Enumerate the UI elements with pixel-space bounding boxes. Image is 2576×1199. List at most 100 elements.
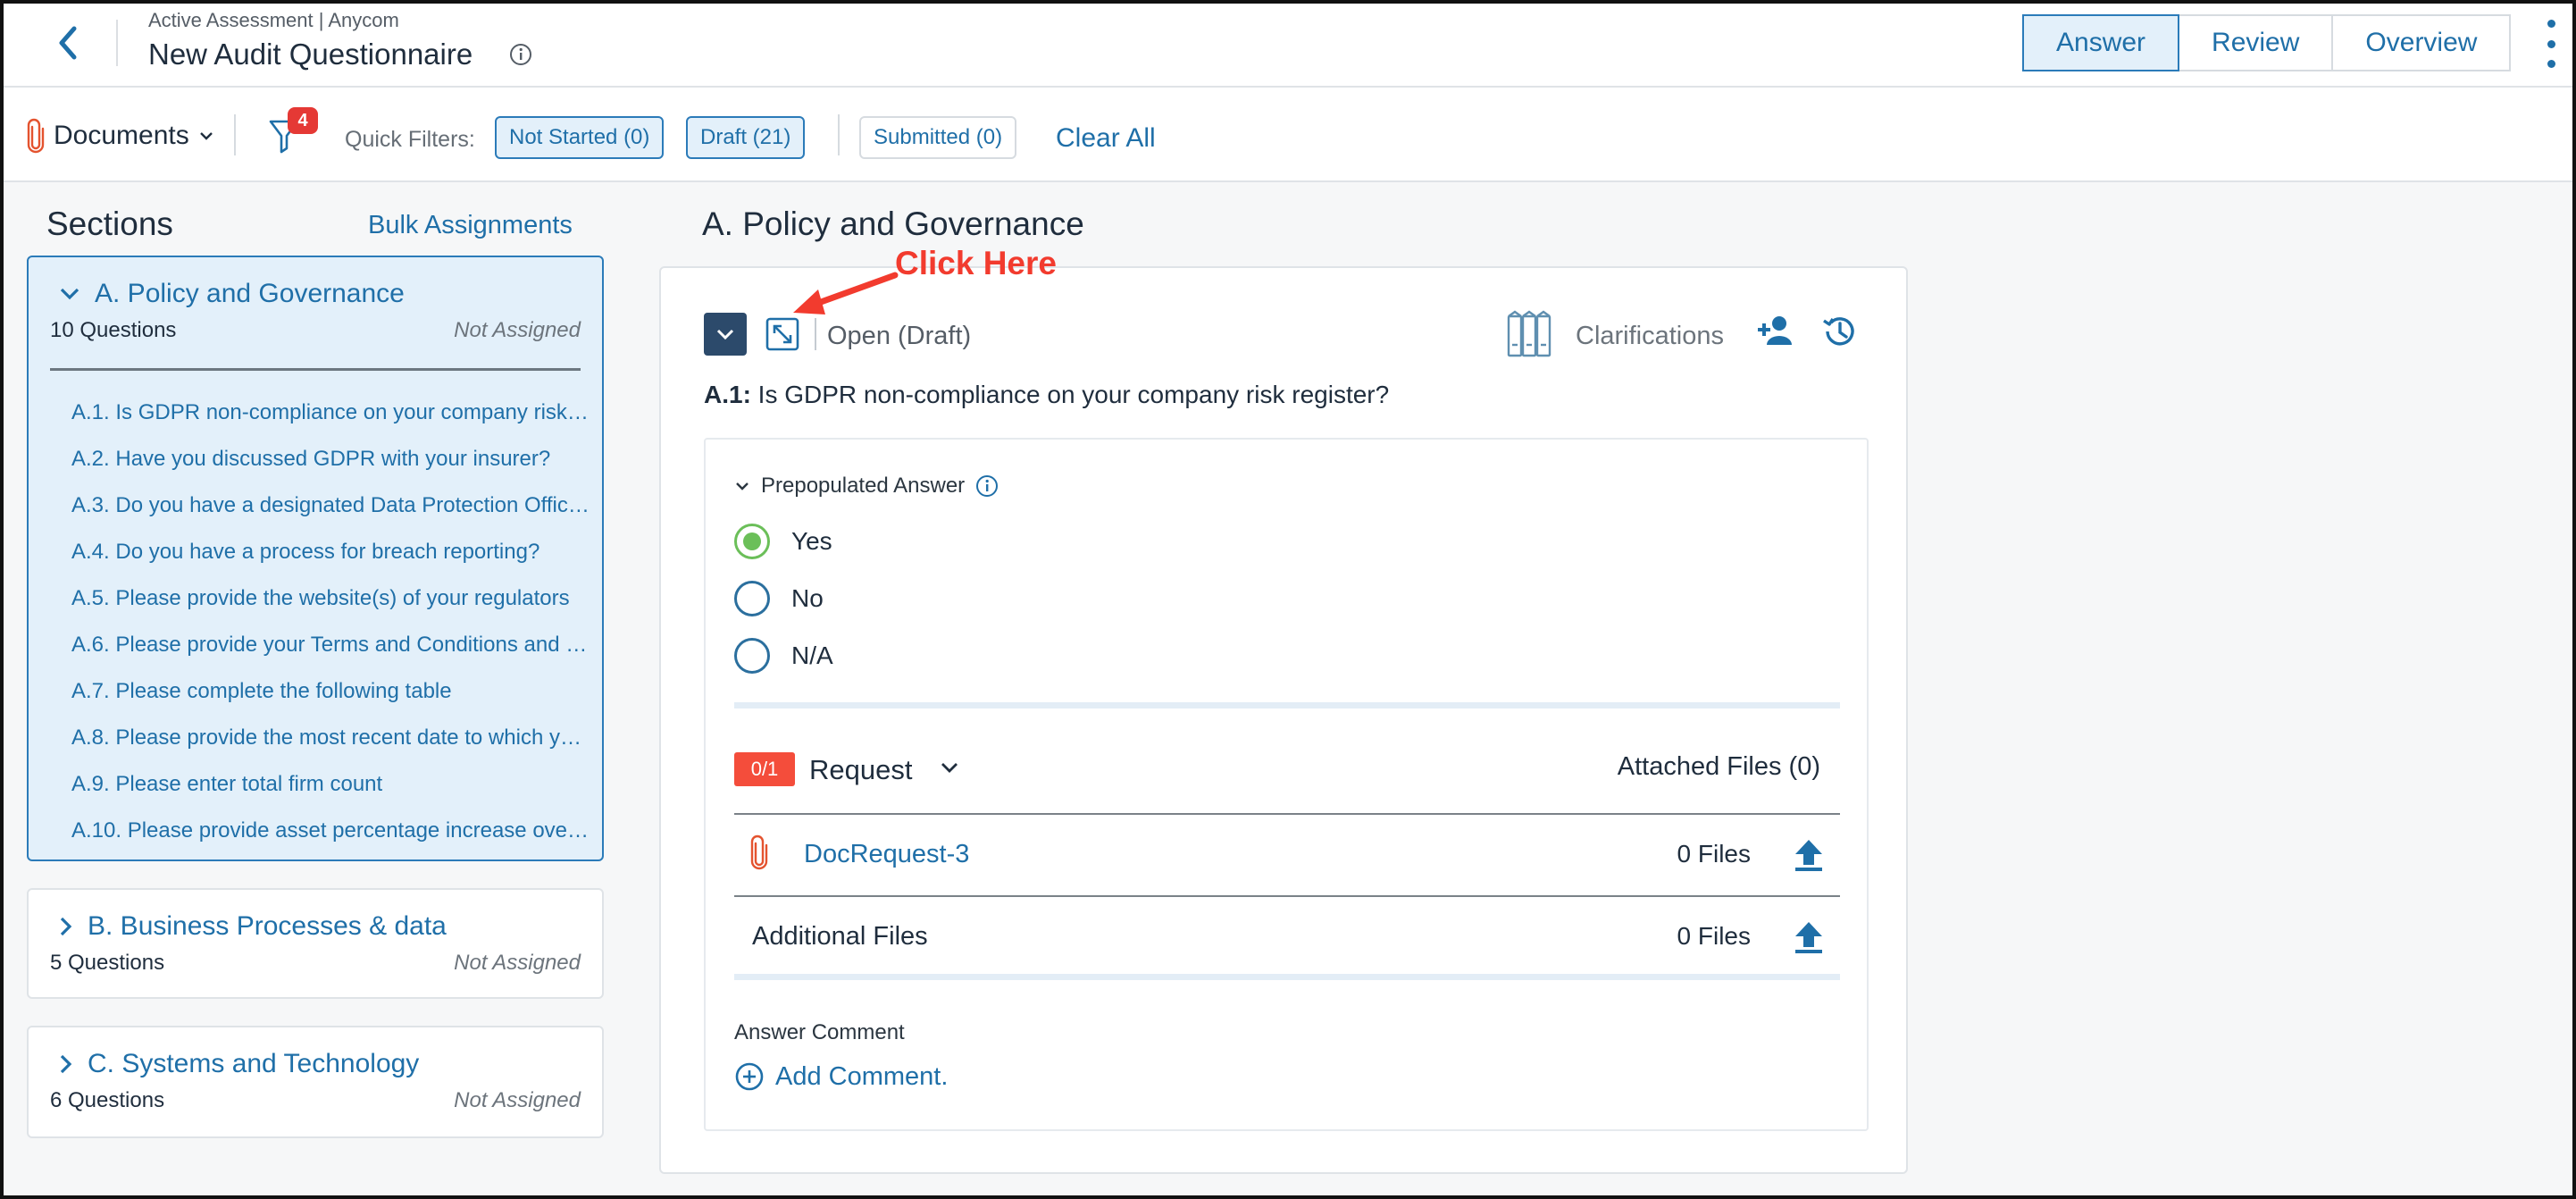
collapse-button[interactable]: [704, 313, 747, 356]
section-heading: A. Policy and Governance: [702, 205, 1084, 242]
question-text: A.1: Is GDPR non-compliance on your comp…: [704, 381, 1389, 409]
filter-divider: [234, 114, 236, 155]
bulk-assignments-link[interactable]: Bulk Assignments: [368, 211, 573, 240]
filter-divider: [838, 114, 840, 155]
separator-bar: [734, 974, 1840, 980]
question-link-a7[interactable]: A.7. Please complete the following table: [71, 668, 590, 715]
tab-overview[interactable]: Overview: [2333, 14, 2512, 71]
radio-option-yes[interactable]: Yes: [734, 524, 832, 559]
chevron-down-icon: [736, 482, 749, 490]
radio-button[interactable]: [734, 638, 770, 674]
chevron-down-icon: [716, 329, 734, 340]
question-link-a5[interactable]: A.5. Please provide the website(s) of yo…: [71, 575, 590, 622]
breadcrumb: Active Assessment | Anycom: [148, 9, 399, 31]
section-header-c[interactable]: C. Systems and Technology: [59, 1049, 419, 1079]
section-card-b: B. Business Processes & data 5 Questions…: [27, 888, 604, 999]
radio-label: Yes: [791, 527, 832, 555]
question-status: Open (Draft): [827, 322, 972, 350]
radio-button[interactable]: [734, 581, 770, 616]
question-link-a10[interactable]: A.10. Please provide asset percentage in…: [71, 808, 590, 854]
question-body: Is GDPR non-compliance on your company r…: [750, 381, 1390, 408]
history-icon[interactable]: [1820, 313, 1858, 350]
question-count: 6 Questions: [50, 1088, 165, 1112]
radio-label: No: [791, 584, 824, 612]
question-link-a2[interactable]: A.2. Have you discussed GDPR with your i…: [71, 436, 590, 482]
question-link-a3[interactable]: A.3. Do you have a designated Data Prote…: [71, 482, 590, 529]
back-button[interactable]: [46, 21, 89, 64]
filter-count-badge: 4: [288, 107, 318, 134]
separator-bar: [734, 702, 1840, 708]
more-options-icon[interactable]: [2546, 20, 2556, 68]
radio-option-na[interactable]: N/A: [734, 638, 833, 674]
clear-all-link[interactable]: Clear All: [1056, 123, 1156, 154]
annotation-label: Click Here: [895, 245, 1057, 281]
assignment-status: Not Assigned: [454, 318, 581, 342]
info-icon[interactable]: [509, 43, 532, 66]
filter-not-started[interactable]: Not Started (0): [495, 116, 665, 159]
chevron-right-icon: [60, 917, 72, 936]
doc-request-link[interactable]: DocRequest-3: [804, 840, 969, 869]
question-card: Open (Draft) Clarifications A.1: Is GDPR…: [659, 266, 1908, 1174]
chevron-down-icon[interactable]: [940, 761, 959, 774]
request-label: Request: [809, 754, 913, 785]
top-header: Active Assessment | Anycom New Audit Que…: [4, 4, 2572, 88]
radio-option-no[interactable]: No: [734, 581, 824, 616]
question-link-a4[interactable]: A.4. Do you have a process for breach re…: [71, 529, 590, 575]
clarifications-link[interactable]: Clarifications: [1576, 322, 1724, 351]
answer-panel: Prepopulated Answer Yes No N/A 0/1 Reque…: [704, 438, 1869, 1131]
documents-dropdown[interactable]: Documents: [27, 118, 214, 154]
documents-label: Documents: [54, 121, 189, 150]
info-icon[interactable]: [975, 474, 999, 498]
app-window: Active Assessment | Anycom New Audit Que…: [0, 0, 2576, 1199]
tab-review[interactable]: Review: [2179, 14, 2334, 71]
section-header-b[interactable]: B. Business Processes & data: [59, 911, 447, 942]
section-card-c: C. Systems and Technology 6 Questions No…: [27, 1026, 604, 1138]
chevron-right-icon: [60, 1054, 72, 1074]
chevron-down-icon: [60, 288, 79, 300]
file-row-docrequest: DocRequest-3 0 Files: [734, 813, 1840, 895]
filter-submitted[interactable]: Submitted (0): [859, 116, 1017, 159]
file-count: 0 Files: [1677, 922, 1751, 950]
question-link-a9[interactable]: A.9. Please enter total firm count: [71, 761, 590, 808]
radio-label: N/A: [791, 641, 833, 669]
add-comment-label: Add Comment.: [775, 1061, 949, 1091]
page-title: New Audit Questionnaire: [148, 38, 473, 71]
prepopulated-answer-label: Prepopulated Answer: [761, 474, 966, 498]
radio-button[interactable]: [734, 524, 770, 559]
paperclip-icon: [750, 834, 768, 870]
question-link-a1[interactable]: A.1. Is GDPR non-compliance on your comp…: [71, 390, 590, 436]
section-divider: [50, 368, 581, 371]
question-link-a8[interactable]: A.8. Please provide the most recent date…: [71, 715, 590, 761]
tab-answer[interactable]: Answer: [2022, 14, 2180, 71]
paperclip-icon: [27, 118, 45, 154]
chevron-left-icon: [59, 26, 77, 60]
section-title: A. Policy and Governance: [95, 279, 405, 308]
section-title: B. Business Processes & data: [88, 911, 447, 941]
add-comment-button[interactable]: Add Comment.: [734, 1061, 948, 1092]
assignment-status: Not Assigned: [454, 1088, 581, 1112]
upload-icon[interactable]: [1794, 920, 1824, 954]
additional-files-label: Additional Files: [752, 922, 928, 951]
question-list: A.1. Is GDPR non-compliance on your comp…: [71, 390, 590, 854]
filter-bar: Documents 4 Quick Filters: Not Started (…: [4, 88, 2572, 182]
annotation-arrow: [793, 272, 899, 314]
assignment-status: Not Assigned: [454, 951, 581, 975]
binders-icon[interactable]: [1506, 309, 1552, 359]
add-user-icon[interactable]: [1756, 314, 1795, 347]
section-header-a[interactable]: A. Policy and Governance: [59, 279, 405, 309]
upload-icon[interactable]: [1794, 838, 1824, 872]
attached-files-label: Attached Files (0): [1617, 752, 1820, 781]
question-link-a6[interactable]: A.6. Please provide your Terms and Condi…: [71, 622, 590, 668]
view-tabs: Answer Review Overview: [2022, 14, 2512, 71]
question-id: A.1:: [704, 381, 751, 408]
file-row-additional: Additional Files 0 Files: [734, 895, 1840, 977]
section-card-a: A. Policy and Governance 10 Questions No…: [27, 256, 604, 861]
filter-draft[interactable]: Draft (21): [686, 116, 806, 159]
prepopulated-answer-toggle[interactable]: Prepopulated Answer: [734, 474, 999, 499]
plus-circle-icon: [735, 1062, 764, 1091]
question-count: 5 Questions: [50, 951, 165, 975]
file-count: 0 Files: [1677, 840, 1751, 868]
section-title: C. Systems and Technology: [88, 1049, 420, 1078]
question-count: 10 Questions: [50, 318, 177, 342]
sections-title: Sections: [46, 205, 173, 242]
